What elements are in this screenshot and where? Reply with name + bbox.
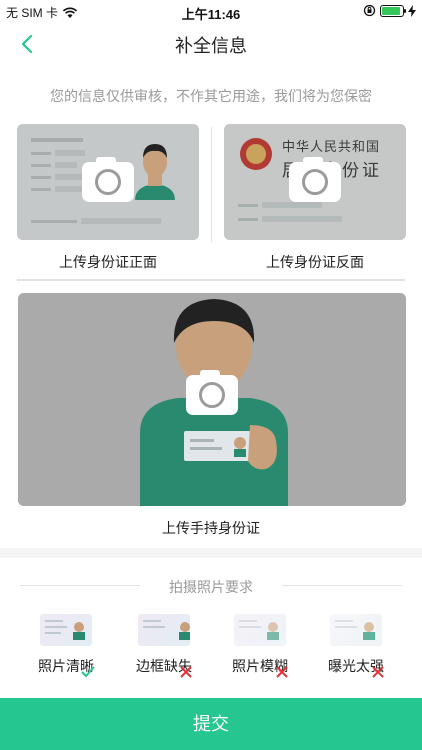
hold-id-label: 上传手持身份证 (162, 520, 260, 536)
status-right (363, 4, 416, 17)
charging-icon (408, 4, 416, 17)
id-back-title: 中华人民共和国 (282, 140, 381, 155)
requirement-label: 照片清晰 (38, 658, 94, 674)
camera-icon (82, 157, 134, 202)
id-back-label: 上传身份证反面 (266, 254, 364, 270)
battery-icon (380, 4, 406, 17)
status-bar: 无 SIM 卡 上午11:46 (0, 0, 422, 22)
id-front-label: 上传身份证正面 (59, 254, 157, 270)
requirement-thumbnail (234, 614, 286, 646)
id-back-upload[interactable]: 中华人民共和国 居民身份证 (224, 124, 406, 240)
requirements-line-right (282, 585, 402, 586)
requirement-label: 边框缺失 (136, 658, 192, 674)
requirement-item: 照片模糊 (216, 614, 304, 678)
privacy-notice: 您的信息仅供审核，不作其它用途，我们将为您保密 (50, 88, 372, 104)
requirement-item: 曝光太强 (312, 614, 400, 678)
cross-icon (372, 666, 384, 678)
cross-icon (276, 666, 288, 678)
requirement-item: 照片清晰 (22, 614, 110, 678)
requirement-label: 照片模糊 (232, 658, 288, 674)
section-divider (17, 279, 405, 281)
page-title: 补全信息 (175, 36, 247, 56)
camera-icon (289, 157, 341, 202)
requirement-thumbnail (40, 614, 92, 646)
requirement-item: 边框缺失 (120, 614, 208, 678)
battery-level (382, 6, 400, 15)
status-time: 上午11:46 (181, 7, 241, 22)
id-back-column: 中华人民共和国 居民身份证 上传身份证反面 (224, 124, 406, 272)
check-icon (81, 666, 95, 678)
submit-button[interactable]: 提交 (0, 698, 422, 750)
camera-icon (186, 370, 238, 415)
hold-id-upload[interactable] (18, 293, 406, 506)
section-gap (0, 548, 422, 558)
requirements-title: 拍摄照片要求 (169, 579, 253, 595)
requirement-label: 曝光太强 (328, 658, 384, 674)
cross-icon (180, 666, 192, 678)
requirement-thumbnail (138, 614, 190, 646)
id-front-column: 上传身份证正面 (17, 124, 199, 272)
column-divider (211, 127, 212, 242)
orientation-lock-icon (363, 4, 376, 17)
id-front-upload[interactable] (17, 124, 199, 240)
nav-bar: 补全信息 (0, 22, 422, 66)
requirement-thumbnail (330, 614, 382, 646)
